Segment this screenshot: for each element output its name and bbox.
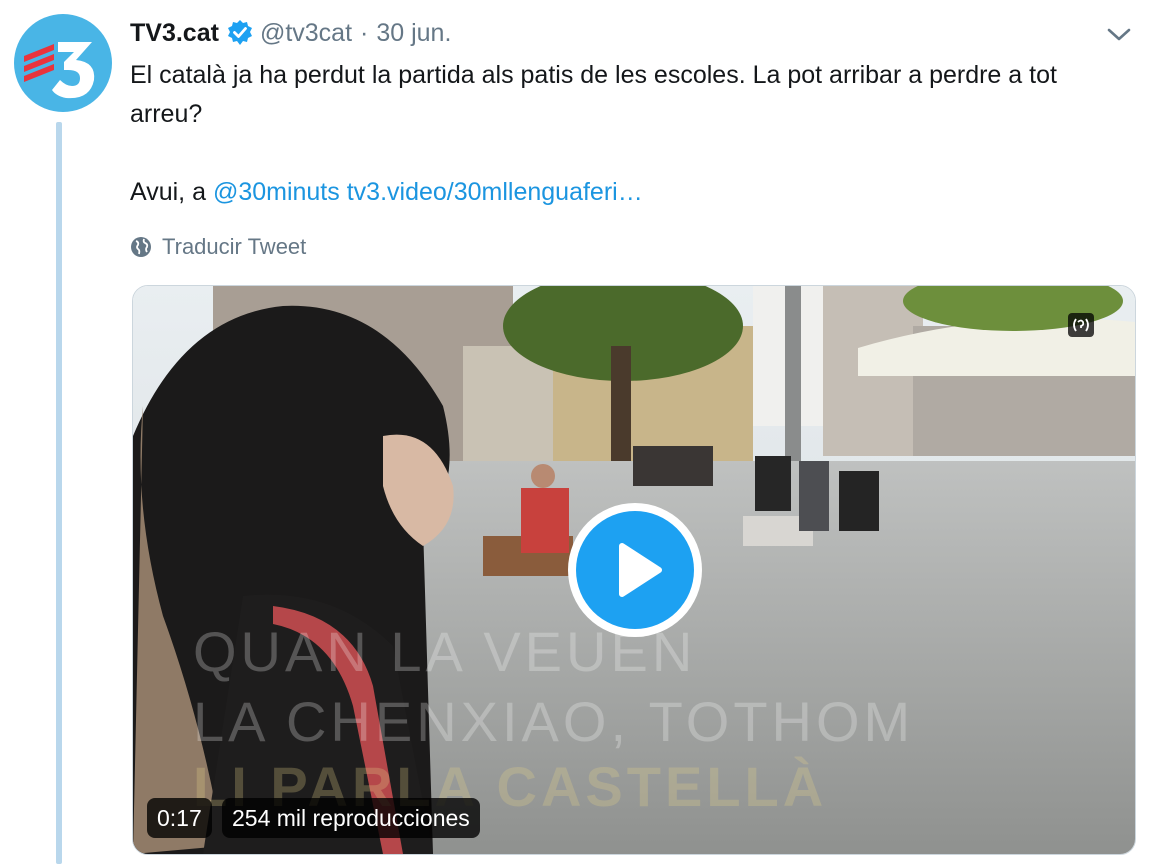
- chevron-down-icon[interactable]: [1104, 22, 1134, 46]
- verified-badge-icon: [226, 19, 254, 47]
- author-name[interactable]: TV3.cat: [130, 19, 219, 48]
- play-icon: [619, 543, 662, 597]
- url-link[interactable]: tv3.video/30mllenguaferi…: [347, 178, 643, 206]
- tv3-logo: [24, 42, 95, 99]
- video-duration: 0:17: [147, 798, 212, 838]
- play-button[interactable]: [568, 503, 702, 637]
- tweet-text: El català ja ha perdut la partida als pa…: [130, 56, 1130, 212]
- tweet-date[interactable]: 30 jun.: [376, 19, 451, 48]
- translate-tweet-button[interactable]: Traducir Tweet: [130, 232, 306, 262]
- play-circle: [576, 511, 694, 629]
- sound-icon[interactable]: [1068, 313, 1094, 337]
- thread-line: [56, 122, 62, 864]
- tweet-text-line: Avui, a @30minuts tv3.video/30mllenguafe…: [130, 173, 1130, 212]
- tweet-header: TV3.cat @tv3cat · 30 jun.: [130, 16, 451, 50]
- tweet-text-prefix: Avui, a: [130, 178, 213, 206]
- author-handle[interactable]: @tv3cat: [260, 19, 352, 48]
- translate-label: Traducir Tweet: [162, 234, 307, 259]
- mention-link[interactable]: @30minuts: [213, 178, 340, 206]
- overlay-caption: LA CHENXIAO, TOTHOM: [193, 690, 914, 753]
- globe-icon: [131, 237, 151, 257]
- separator-dot: ·: [360, 18, 369, 47]
- avatar[interactable]: [14, 14, 112, 112]
- view-count: 254 mil reproducciones: [222, 798, 480, 838]
- tweet-text-line: El català ja ha perdut la partida als pa…: [130, 61, 1057, 128]
